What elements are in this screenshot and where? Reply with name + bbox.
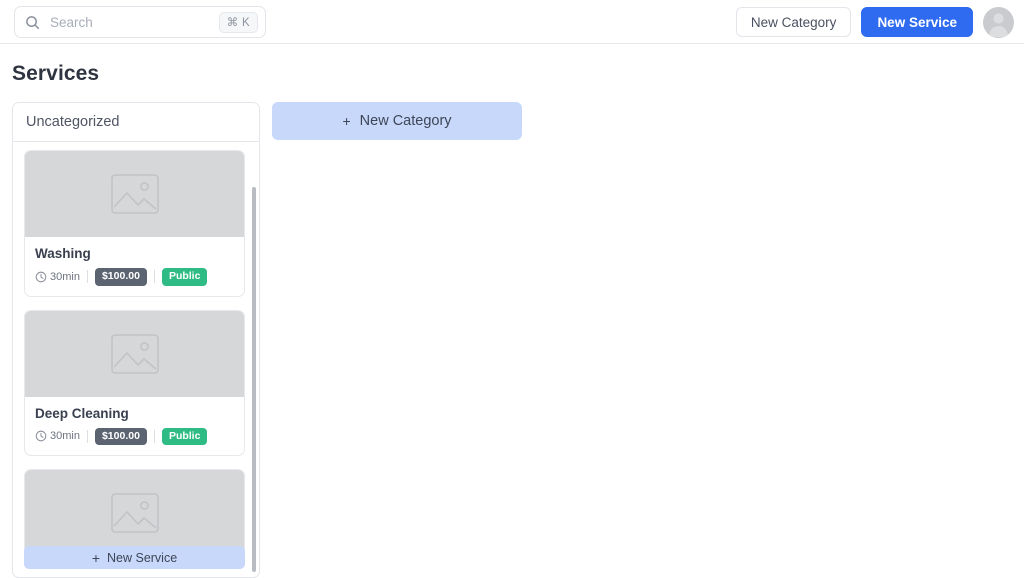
service-duration: 30min [35, 430, 80, 442]
add-category-button[interactable]: + New Category [272, 102, 522, 140]
column-scrollbar[interactable] [252, 187, 256, 572]
service-visibility-badge: Public [161, 268, 208, 286]
new-category-button[interactable]: New Category [735, 7, 852, 37]
category-column-header[interactable]: Uncategorized [13, 103, 259, 142]
service-card-title: Deep Cleaning [35, 405, 129, 421]
service-card-title: Washing [35, 246, 91, 261]
plus-icon: + [342, 113, 351, 129]
service-card-meta: 30min $100.00 Public [35, 427, 234, 446]
user-icon [988, 12, 1009, 37]
category-column-uncategorized: Uncategorized Washing 30min $100.00 Publ… [12, 102, 260, 578]
search-input[interactable] [48, 13, 219, 31]
service-card[interactable]: Washing 30min $100.00 Public [24, 150, 245, 297]
image-placeholder-icon [110, 333, 159, 374]
search-icon [25, 15, 40, 30]
top-bar-actions: New Category New Service [735, 0, 1014, 44]
add-category-label: New Category [359, 113, 452, 129]
service-card[interactable] [24, 469, 245, 558]
add-service-label: New Service [107, 550, 178, 565]
services-board: Uncategorized Washing 30min $100.00 Publ… [12, 102, 522, 578]
new-service-button[interactable]: New Service [861, 7, 973, 37]
clock-icon [35, 430, 47, 442]
image-placeholder-icon [110, 493, 159, 533]
service-card-meta: 30min $100.00 Public [35, 268, 234, 286]
search-shortcut-badge: ⌘ K [218, 11, 258, 33]
avatar[interactable] [983, 6, 1014, 38]
service-card-info: Washing 30min $100.00 Public [25, 237, 244, 296]
meta-divider [153, 270, 155, 284]
image-placeholder-icon [110, 174, 159, 214]
service-visibility-badge: Public [161, 427, 208, 446]
add-service-button[interactable]: + New Service [24, 546, 245, 569]
page-title: Services [12, 62, 100, 85]
service-card[interactable]: Deep Cleaning 30min $100.00 Public [24, 309, 245, 457]
meta-divider [86, 270, 88, 284]
service-card-image [25, 151, 244, 237]
service-card-image [25, 470, 244, 557]
service-price-badge: $100.00 [94, 268, 147, 286]
meta-divider [86, 429, 88, 443]
service-price-badge: $100.00 [94, 427, 147, 446]
category-column-body: Washing 30min $100.00 Public Deep Cleani… [13, 142, 259, 577]
meta-divider [153, 429, 155, 443]
service-card-image [25, 310, 244, 397]
search-box[interactable]: ⌘ K [14, 6, 266, 38]
top-bar: ⌘ K New Category New Service [0, 0, 1024, 44]
service-duration-label: 30min [50, 270, 80, 283]
clock-icon [35, 271, 47, 283]
service-duration-label: 30min [50, 430, 80, 443]
service-duration: 30min [35, 271, 80, 283]
service-card-info: Deep Cleaning 30min $100.00 Public [25, 397, 244, 456]
plus-icon: + [91, 549, 100, 566]
